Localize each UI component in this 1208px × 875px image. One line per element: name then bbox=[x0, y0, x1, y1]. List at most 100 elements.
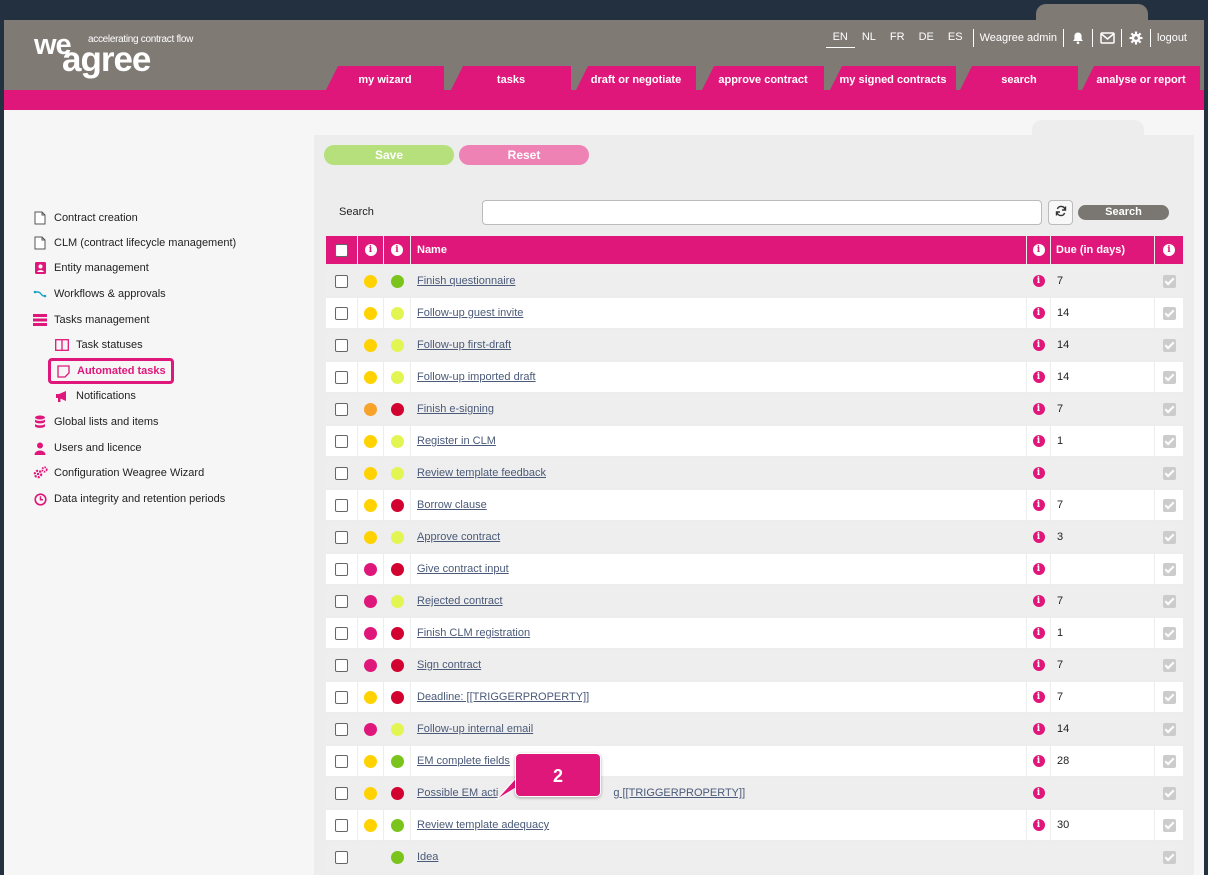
row-checkbox[interactable] bbox=[335, 754, 348, 768]
row-checkbox[interactable] bbox=[335, 786, 348, 800]
task-name-link[interactable]: Sign contract bbox=[417, 659, 481, 671]
refresh-button[interactable] bbox=[1048, 200, 1073, 225]
row-checkbox[interactable] bbox=[335, 850, 348, 864]
sidebar-item-workflows[interactable]: Workflows & approvals bbox=[32, 284, 166, 304]
lang-nl[interactable]: NL bbox=[855, 28, 883, 48]
nav-tab-approve-contract[interactable]: approve contract bbox=[702, 66, 824, 90]
lang-de[interactable]: DE bbox=[912, 28, 941, 48]
table-row[interactable]: EM complete fields i 28 bbox=[326, 746, 1183, 776]
info-icon[interactable]: i bbox=[1032, 307, 1045, 319]
header-due[interactable]: Due (in days) bbox=[1051, 236, 1154, 264]
row-checkbox[interactable] bbox=[335, 370, 348, 384]
info-icon[interactable]: i bbox=[1032, 467, 1045, 479]
row-checkbox[interactable] bbox=[335, 690, 348, 704]
logout-link[interactable]: logout bbox=[1154, 32, 1190, 44]
task-name-link[interactable]: Possible EM acti bbox=[417, 787, 498, 799]
info-icon[interactable]: i bbox=[1032, 563, 1045, 575]
row-checkbox[interactable] bbox=[335, 306, 348, 320]
lang-en[interactable]: EN bbox=[825, 28, 855, 48]
task-name-link[interactable]: Review template adequacy bbox=[417, 819, 549, 831]
table-row[interactable]: Borrow clause i 7 bbox=[326, 490, 1183, 520]
sidebar-item-configuration-wizard[interactable]: Configuration Weagree Wizard bbox=[32, 463, 204, 483]
table-row[interactable]: Deadline: [[TRIGGERPROPERTY]] i 7 bbox=[326, 682, 1183, 712]
info-icon[interactable]: i bbox=[1032, 755, 1045, 767]
task-name-link[interactable]: Register in CLM bbox=[417, 435, 496, 447]
info-icon[interactable]: i bbox=[1032, 819, 1045, 831]
info-icon[interactable]: i bbox=[1032, 371, 1045, 383]
row-checkbox[interactable] bbox=[335, 466, 348, 480]
task-name-link[interactable]: Give contract input bbox=[417, 563, 509, 575]
row-checkbox[interactable] bbox=[335, 562, 348, 576]
task-name-link[interactable]: Follow-up imported draft bbox=[417, 371, 536, 383]
sidebar-item-notifications[interactable]: Notifications bbox=[54, 386, 136, 406]
sidebar-item-task-statuses[interactable]: Task statuses bbox=[54, 335, 143, 355]
row-checkbox[interactable] bbox=[335, 626, 348, 640]
table-row[interactable]: Finish questionnaire i 7 bbox=[326, 266, 1183, 296]
task-name-link[interactable]: Borrow clause bbox=[417, 499, 487, 511]
reset-button[interactable]: Reset bbox=[459, 145, 589, 165]
task-name-link[interactable]: Follow-up guest invite bbox=[417, 307, 523, 319]
info-icon[interactable]: i bbox=[1032, 339, 1045, 351]
table-row[interactable]: Review template adequacy i 30 bbox=[326, 810, 1183, 840]
sidebar-item-users-and-licence[interactable]: Users and licence bbox=[32, 438, 141, 458]
table-row[interactable]: Follow-up first-draft i 14 bbox=[326, 330, 1183, 360]
table-row[interactable]: Follow-up imported draft i 14 bbox=[326, 362, 1183, 392]
task-name-link[interactable]: Finish CLM registration bbox=[417, 627, 530, 639]
search-button[interactable]: Search bbox=[1078, 205, 1169, 220]
nav-tab-draft-or-negotiate[interactable]: draft or negotiate bbox=[576, 66, 696, 90]
sidebar-item-automated-tasks[interactable]: Automated tasks bbox=[48, 358, 174, 384]
row-checkbox[interactable] bbox=[335, 594, 348, 608]
row-checkbox[interactable] bbox=[335, 338, 348, 352]
info-icon[interactable]: i bbox=[1032, 627, 1045, 639]
bell-icon[interactable] bbox=[1067, 28, 1089, 48]
table-row[interactable]: Finish e-signing i 7 bbox=[326, 394, 1183, 424]
table-row[interactable]: Rejected contract i 7 bbox=[326, 586, 1183, 616]
save-button[interactable]: Save bbox=[324, 145, 454, 165]
sidebar-item-clm[interactable]: CLM (contract lifecycle management) bbox=[32, 233, 236, 253]
row-checkbox[interactable] bbox=[335, 818, 348, 832]
sidebar-item-tasks-management[interactable]: Tasks management bbox=[32, 310, 149, 330]
lang-fr[interactable]: FR bbox=[883, 28, 912, 48]
info-icon[interactable]: i bbox=[364, 244, 377, 256]
task-name-link[interactable]: Follow-up internal email bbox=[417, 723, 533, 735]
table-row[interactable]: Idea bbox=[326, 842, 1183, 872]
task-name-link[interactable]: Follow-up first-draft bbox=[417, 339, 511, 351]
table-row[interactable]: Possible EM acti g [[TRIGGERPROPERTY]] i bbox=[326, 778, 1183, 808]
task-name-link[interactable]: EM complete fields bbox=[417, 755, 510, 767]
user-name[interactable]: Weagree admin bbox=[977, 32, 1060, 44]
info-icon[interactable]: i bbox=[1032, 531, 1045, 543]
task-name-link[interactable]: Deadline: [[TRIGGERPROPERTY]] bbox=[417, 691, 589, 703]
select-all-checkbox[interactable] bbox=[335, 243, 348, 257]
row-checkbox[interactable] bbox=[335, 402, 348, 416]
header-name[interactable]: Name bbox=[411, 236, 1026, 264]
table-row[interactable]: Finish CLM registration i 1 bbox=[326, 618, 1183, 648]
info-icon[interactable]: i bbox=[1032, 659, 1045, 671]
sidebar-item-entity-management[interactable]: Entity management bbox=[32, 258, 149, 278]
nav-tab-search[interactable]: search bbox=[960, 66, 1078, 90]
table-row[interactable]: Follow-up guest invite i 14 bbox=[326, 298, 1183, 328]
task-name-link[interactable]: Approve contract bbox=[417, 531, 500, 543]
nav-tab-my-signed-contracts[interactable]: my signed contracts bbox=[830, 66, 956, 90]
table-row[interactable]: Sign contract i 7 bbox=[326, 650, 1183, 680]
row-checkbox[interactable] bbox=[335, 498, 348, 512]
task-name-link[interactable]: Finish questionnaire bbox=[417, 275, 515, 287]
row-checkbox[interactable] bbox=[335, 658, 348, 672]
nav-tab-tasks[interactable]: tasks bbox=[451, 66, 571, 90]
row-checkbox[interactable] bbox=[335, 434, 348, 448]
task-name-link-tail[interactable]: g [[TRIGGERPROPERTY]] bbox=[613, 787, 745, 799]
row-checkbox[interactable] bbox=[335, 722, 348, 736]
row-checkbox[interactable] bbox=[335, 530, 348, 544]
info-icon[interactable]: i bbox=[1032, 723, 1045, 735]
table-row[interactable]: Review template feedback i bbox=[326, 458, 1183, 488]
info-icon[interactable]: i bbox=[1032, 691, 1045, 703]
task-name-link[interactable]: Rejected contract bbox=[417, 595, 503, 607]
nav-tab-analyse-or-report[interactable]: analyse or report bbox=[1082, 66, 1200, 90]
task-name-link[interactable]: Finish e-signing bbox=[417, 403, 494, 415]
info-icon[interactable]: i bbox=[1032, 403, 1045, 415]
gear-icon[interactable] bbox=[1125, 28, 1147, 48]
info-icon[interactable]: i bbox=[1163, 244, 1175, 256]
search-input[interactable] bbox=[482, 200, 1042, 225]
mail-icon[interactable] bbox=[1096, 28, 1118, 48]
table-row[interactable]: Register in CLM i 1 bbox=[326, 426, 1183, 456]
nav-tab-my-wizard[interactable]: my wizard bbox=[326, 66, 444, 90]
